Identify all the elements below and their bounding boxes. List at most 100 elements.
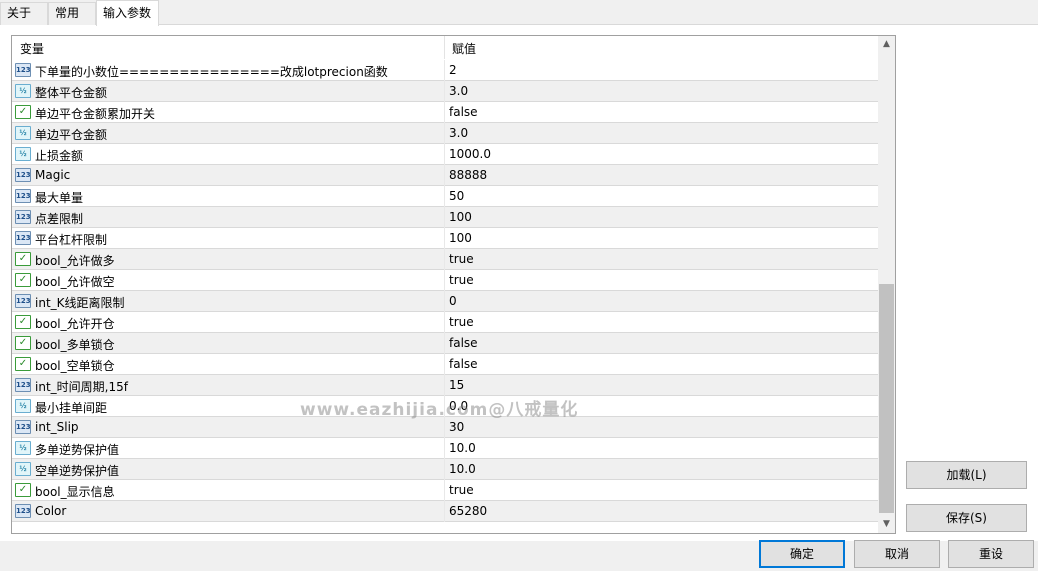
cell-divider bbox=[444, 144, 445, 165]
int-type-icon: 123 bbox=[15, 210, 31, 224]
param-value[interactable]: true bbox=[449, 483, 474, 497]
param-name: int_Slip bbox=[35, 420, 79, 434]
param-row[interactable]: 123 最大单量 50 bbox=[12, 186, 879, 207]
tab-input-params[interactable]: 输入参数 bbox=[96, 0, 159, 26]
param-row[interactable]: 123 int_时间周期,15f 15 bbox=[12, 375, 879, 396]
param-value[interactable]: true bbox=[449, 315, 474, 329]
tab-common[interactable]: 常用 bbox=[48, 2, 96, 25]
double-type-icon: ½ bbox=[15, 126, 31, 140]
load-button[interactable]: 加载(L) bbox=[906, 461, 1027, 489]
param-value[interactable]: false bbox=[449, 357, 478, 371]
cell-divider bbox=[444, 102, 445, 123]
param-value[interactable]: 0.0 bbox=[449, 399, 468, 413]
scroll-thumb[interactable] bbox=[879, 284, 894, 513]
param-name: 止损金额 bbox=[35, 149, 84, 163]
param-name: Magic bbox=[35, 168, 71, 182]
scroll-up-icon[interactable]: ▲ bbox=[878, 36, 895, 53]
int-type-icon: 123 bbox=[15, 63, 31, 77]
param-value[interactable]: false bbox=[449, 336, 478, 350]
cell-divider bbox=[444, 123, 445, 144]
param-name: bool_允许做空 bbox=[35, 275, 115, 289]
param-row[interactable]: ✓ bool_允许做空 true bbox=[12, 270, 879, 291]
column-header-variable[interactable]: 变量 bbox=[20, 40, 44, 57]
tab-bar: 关于 常用 输入参数 bbox=[0, 0, 1038, 26]
param-name: 单边平仓金额 bbox=[35, 128, 108, 142]
param-row[interactable]: ½ 整体平仓金额 3.0 bbox=[12, 81, 879, 102]
column-header-value[interactable]: 赋值 bbox=[452, 40, 476, 57]
param-row[interactable]: ✓ bool_允许做多 true bbox=[12, 249, 879, 270]
param-row[interactable]: ✓ bool_允许开仓 true bbox=[12, 312, 879, 333]
param-row[interactable]: ✓ 单边平仓金额累加开关 false bbox=[12, 102, 879, 123]
param-name: bool_允许做多 bbox=[35, 254, 115, 268]
bool-type-icon: ✓ bbox=[15, 357, 31, 371]
param-row[interactable]: ½ 单边平仓金额 3.0 bbox=[12, 123, 879, 144]
param-name: bool_显示信息 bbox=[35, 485, 115, 499]
cell-divider bbox=[444, 333, 445, 354]
param-name: bool_多单锁仓 bbox=[35, 338, 115, 352]
param-row[interactable]: 123 int_K线距离限制 0 bbox=[12, 291, 879, 312]
cell-divider bbox=[444, 354, 445, 375]
cell-divider bbox=[444, 480, 445, 501]
param-name: 最大单量 bbox=[35, 191, 84, 205]
cancel-button[interactable]: 取消 bbox=[854, 540, 940, 568]
param-value[interactable]: 3.0 bbox=[449, 126, 468, 140]
param-row[interactable]: 123 int_Slip 30 bbox=[12, 417, 879, 438]
param-name: int_K线距离限制 bbox=[35, 296, 125, 310]
param-value[interactable]: 3.0 bbox=[449, 84, 468, 98]
reset-button[interactable]: 重设 bbox=[948, 540, 1034, 568]
cell-divider bbox=[444, 291, 445, 312]
param-row[interactable]: ½ 止损金额 1000.0 bbox=[12, 144, 879, 165]
param-value[interactable]: 100 bbox=[449, 231, 472, 245]
param-value[interactable]: false bbox=[449, 105, 478, 119]
double-type-icon: ½ bbox=[15, 462, 31, 476]
vertical-scrollbar[interactable]: ▲ ▼ bbox=[878, 36, 895, 533]
param-name: 空单逆势保护值 bbox=[35, 464, 120, 478]
cell-divider bbox=[444, 249, 445, 270]
param-row[interactable]: 123 Color 65280 bbox=[12, 501, 879, 522]
param-value[interactable]: 65280 bbox=[449, 504, 487, 518]
cell-divider bbox=[444, 270, 445, 291]
cell-divider bbox=[444, 375, 445, 396]
int-type-icon: 123 bbox=[15, 294, 31, 308]
param-row[interactable]: ½ 最小挂单间距 0.0 bbox=[12, 396, 879, 417]
param-row[interactable]: ½ 多单逆势保护值 10.0 bbox=[12, 438, 879, 459]
param-name: 点差限制 bbox=[35, 212, 84, 226]
double-type-icon: ½ bbox=[15, 399, 31, 413]
param-row[interactable]: ✓ bool_多单锁仓 false bbox=[12, 333, 879, 354]
double-type-icon: ½ bbox=[15, 147, 31, 161]
param-name: 最小挂单间距 bbox=[35, 401, 108, 415]
param-value[interactable]: 1000.0 bbox=[449, 147, 491, 161]
param-name: 整体平仓金额 bbox=[35, 86, 108, 100]
param-row[interactable]: ½ 空单逆势保护值 10.0 bbox=[12, 459, 879, 480]
param-name: Color bbox=[35, 504, 67, 518]
param-value[interactable]: 10.0 bbox=[449, 441, 476, 455]
param-value[interactable]: 100 bbox=[449, 210, 472, 224]
param-value[interactable]: 30 bbox=[449, 420, 464, 434]
param-value[interactable]: 50 bbox=[449, 189, 464, 203]
color-type-icon: 123 bbox=[15, 504, 31, 518]
param-row[interactable]: ✓ bool_显示信息 true bbox=[12, 480, 879, 501]
param-value[interactable]: true bbox=[449, 252, 474, 266]
scroll-down-icon[interactable]: ▼ bbox=[878, 516, 895, 533]
bool-type-icon: ✓ bbox=[15, 273, 31, 287]
save-button[interactable]: 保存(S) bbox=[906, 504, 1027, 532]
param-row[interactable]: 123 点差限制 100 bbox=[12, 207, 879, 228]
param-value[interactable]: true bbox=[449, 273, 474, 287]
param-value[interactable]: 15 bbox=[449, 378, 464, 392]
int-type-icon: 123 bbox=[15, 420, 31, 434]
int-type-icon: 123 bbox=[15, 378, 31, 392]
param-value[interactable]: 2 bbox=[449, 63, 457, 77]
param-row[interactable]: 123 Magic 88888 bbox=[12, 165, 879, 186]
param-value[interactable]: 88888 bbox=[449, 168, 487, 182]
param-row[interactable]: 123 平台杠杆限制 100 bbox=[12, 228, 879, 249]
param-value[interactable]: 0 bbox=[449, 294, 457, 308]
cell-divider bbox=[444, 60, 445, 81]
column-divider[interactable] bbox=[444, 36, 445, 59]
param-row[interactable]: 123 下单量的小数位================改成lotprecion函数… bbox=[12, 60, 879, 81]
param-value[interactable]: 10.0 bbox=[449, 462, 476, 476]
tab-about[interactable]: 关于 bbox=[0, 2, 48, 25]
cell-divider bbox=[444, 459, 445, 480]
ok-button[interactable]: 确定 bbox=[759, 540, 845, 568]
param-row[interactable]: ✓ bool_空单锁仓 false bbox=[12, 354, 879, 375]
cell-divider bbox=[444, 228, 445, 249]
